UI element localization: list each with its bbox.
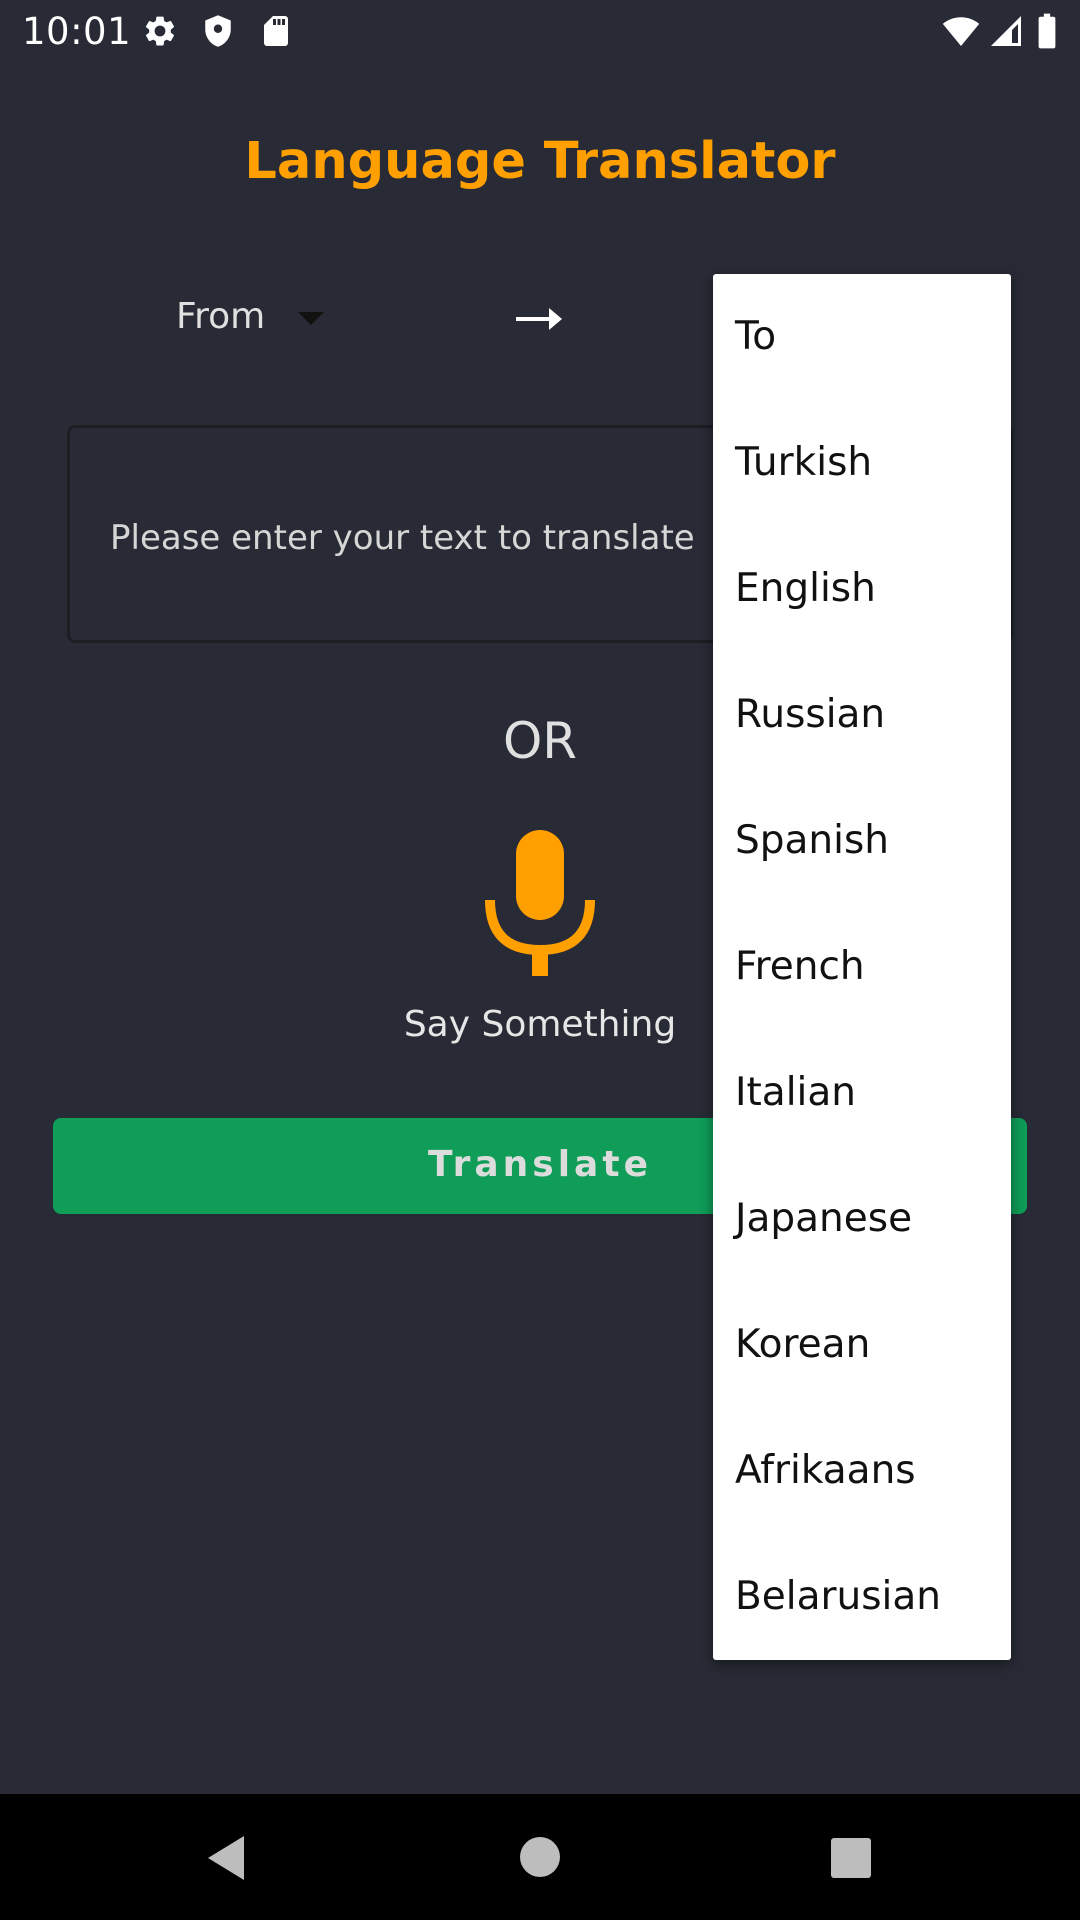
gear-icon [145, 16, 175, 46]
home-icon[interactable] [520, 1837, 560, 1877]
dropdown-caret-icon [298, 312, 324, 325]
sd-card-icon [264, 16, 288, 46]
wifi-icon [942, 17, 980, 47]
status-bar: 10:01 [0, 0, 1080, 64]
shield-icon [205, 15, 231, 47]
dropdown-item-to[interactable]: To [713, 274, 1011, 400]
status-time: 10:01 [22, 10, 132, 53]
dropdown-item-turkish[interactable]: Turkish [713, 400, 1011, 526]
arrow-right-icon [516, 308, 562, 330]
recents-icon[interactable] [831, 1838, 871, 1878]
dropdown-item-french[interactable]: French [713, 904, 1011, 1030]
dropdown-item-korean[interactable]: Korean [713, 1282, 1011, 1408]
from-language-label: From [176, 296, 266, 337]
back-icon[interactable] [204, 1834, 248, 1882]
navigation-bar [0, 1794, 1080, 1920]
dropdown-item-italian[interactable]: Italian [713, 1030, 1011, 1156]
dropdown-item-belarusian[interactable]: Belarusian [713, 1534, 1011, 1660]
dropdown-item-japanese[interactable]: Japanese [713, 1156, 1011, 1282]
signal-icon [991, 16, 1021, 46]
dropdown-item-russian[interactable]: Russian [713, 652, 1011, 778]
screen: 10:01 Language Translator From Please en… [0, 0, 1080, 1920]
microphone-icon[interactable] [484, 828, 596, 978]
to-language-dropdown: To Turkish English Russian Spanish Frenc… [713, 274, 1011, 1660]
dropdown-item-spanish[interactable]: Spanish [713, 778, 1011, 904]
app-title: Language Translator [244, 132, 836, 191]
dropdown-item-english[interactable]: English [713, 526, 1011, 652]
battery-icon [1038, 13, 1056, 49]
text-input-placeholder: Please enter your text to translate [110, 518, 695, 558]
dropdown-item-afrikaans[interactable]: Afrikaans [713, 1408, 1011, 1534]
from-language-spinner[interactable]: From [160, 290, 360, 350]
